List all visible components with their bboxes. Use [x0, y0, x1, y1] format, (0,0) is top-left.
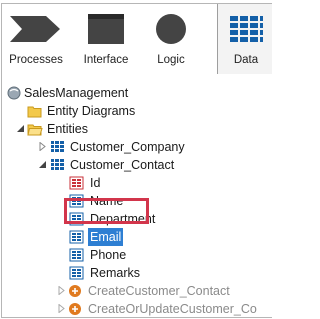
tree-item-label: Id	[90, 176, 101, 190]
attribute-icon	[69, 248, 84, 262]
tab-logic-label: Logic	[157, 54, 185, 66]
interface-icon	[88, 14, 124, 44]
collapsed-arrow-icon[interactable]	[58, 304, 66, 313]
tab-logic[interactable]: Logic	[142, 4, 200, 72]
tree-item-label: Phone	[90, 248, 127, 262]
attribute-icon	[69, 230, 84, 244]
tree-item-label: Remarks	[90, 266, 141, 280]
attribute-icon	[69, 266, 84, 280]
tree-item-label: Department	[90, 212, 156, 226]
tab-interface-label: Interface	[83, 54, 129, 66]
collapsed-arrow-icon[interactable]	[58, 286, 66, 295]
entity-icon	[51, 141, 64, 152]
attribute-icon	[69, 212, 84, 226]
tree-item-label: CreateOrUpdateCustomer_Co	[88, 302, 257, 316]
layer-toolbar: Processes Interface Logic Data	[2, 4, 272, 74]
tree-item-label: Entities	[47, 122, 88, 136]
folder-icon	[27, 106, 42, 118]
tab-processes-label: Processes	[9, 54, 63, 66]
entity-action-icon	[69, 285, 81, 297]
tree-item-label-selected: Email	[88, 228, 124, 246]
tree-item-label: Customer_Company	[70, 140, 185, 154]
data-table-icon	[230, 16, 263, 42]
tab-data[interactable]: Data	[217, 4, 272, 74]
tree-item-label: CreateCustomer_Contact	[88, 284, 230, 298]
entity-icon	[51, 159, 64, 170]
tab-processes[interactable]: Processes	[2, 4, 70, 72]
elements-tree: SalesManagement Entity Diagrams Entities	[2, 84, 272, 317]
collapsed-arrow-icon[interactable]	[39, 142, 47, 151]
expanded-arrow-icon[interactable]	[17, 124, 25, 133]
entity-action-icon	[69, 303, 81, 315]
processes-icon	[10, 16, 60, 42]
logic-icon	[156, 14, 186, 44]
module-icon	[7, 86, 21, 100]
attribute-icon	[69, 194, 84, 208]
tab-interface[interactable]: Interface	[74, 4, 138, 72]
folder-open-icon	[27, 124, 43, 136]
identifier-attribute-icon	[69, 176, 84, 190]
tree-item-label: SalesManagement	[24, 86, 129, 100]
tree-item-label: Customer_Contact	[70, 158, 175, 172]
expanded-arrow-icon[interactable]	[39, 160, 47, 169]
tree-item-label: Entity Diagrams	[47, 104, 136, 118]
tab-data-label: Data	[233, 54, 259, 66]
tree-item-label: Name	[90, 194, 124, 208]
data-panel: Processes Interface Logic Data SalesMana…	[1, 3, 272, 318]
